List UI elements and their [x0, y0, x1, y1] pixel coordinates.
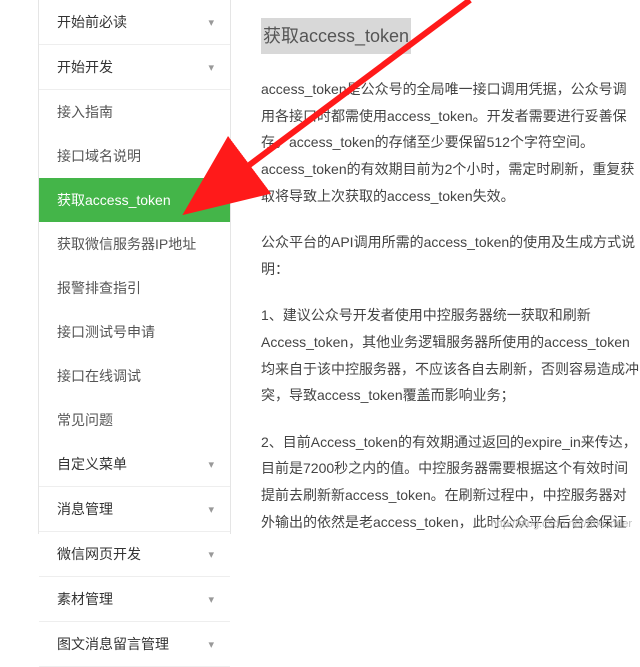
watermark: http://blog.csdn.net/hrkCoder — [491, 518, 632, 530]
sidebar-item-label: 报警排查指引 — [57, 278, 141, 298]
sidebar-item-label: 常见问题 — [57, 410, 113, 430]
sidebar-group-web-dev[interactable]: 微信网页开发 ▾ — [39, 532, 230, 577]
sidebar: 开始前必读 ▾ 开始开发 ▾ 接入指南 接口域名说明 获取access_toke… — [39, 0, 231, 534]
sidebar-item-access-guide[interactable]: 接入指南 — [39, 90, 230, 134]
content-panel: 获取access_token access_token是公众号的全局唯一接口调用… — [231, 0, 640, 534]
sidebar-item-label: 开始开发 — [57, 57, 113, 77]
chevron-down-icon: ▾ — [208, 458, 214, 471]
sidebar-item-alarm[interactable]: 报警排查指引 — [39, 266, 230, 310]
sidebar-item-label: 接入指南 — [57, 102, 113, 122]
intro-paragraph: access_token是公众号的全局唯一接口调用凭据，公众号调用各接口时都需使… — [261, 76, 640, 209]
chevron-down-icon: ▾ — [208, 503, 214, 516]
sidebar-item-label: 获取access_token — [57, 190, 171, 210]
usage-point-1: 1、建议公众号开发者使用中控服务器统一获取和刷新Access_token，其他业… — [261, 302, 640, 408]
sidebar-item-label: 接口域名说明 — [57, 146, 141, 166]
sidebar-item-label: 接口在线调试 — [57, 366, 141, 386]
sidebar-item-domain[interactable]: 接口域名说明 — [39, 134, 230, 178]
sidebar-item-faq[interactable]: 常见问题 — [39, 398, 230, 442]
chevron-down-icon: ▾ — [208, 61, 214, 74]
chevron-down-icon: ▾ — [208, 548, 214, 561]
chevron-down-icon: ▾ — [208, 593, 214, 606]
sidebar-group-start-dev[interactable]: 开始开发 ▾ — [39, 45, 230, 90]
sidebar-group-material[interactable]: 素材管理 ▾ — [39, 577, 230, 622]
sidebar-item-label: 素材管理 — [57, 589, 113, 609]
chevron-down-icon: ▾ — [208, 16, 214, 29]
chevron-down-icon: ▾ — [208, 638, 214, 651]
sidebar-item-label: 消息管理 — [57, 499, 113, 519]
sidebar-item-label: 开始前必读 — [57, 12, 127, 32]
sidebar-item-server-ip[interactable]: 获取微信服务器IP地址 — [39, 222, 230, 266]
usage-intro: 公众平台的API调用所需的access_token的使用及生成方式说明： — [261, 229, 640, 282]
sidebar-group-comments[interactable]: 图文消息留言管理 ▾ — [39, 622, 230, 667]
sidebar-item-label: 自定义菜单 — [57, 454, 127, 474]
sidebar-item-access-token[interactable]: 获取access_token — [39, 178, 230, 222]
sidebar-item-label: 接口测试号申请 — [57, 322, 155, 342]
sidebar-group-message[interactable]: 消息管理 ▾ — [39, 487, 230, 532]
sidebar-item-label: 获取微信服务器IP地址 — [57, 234, 196, 254]
page-title: 获取access_token — [261, 18, 411, 54]
sidebar-item-label: 图文消息留言管理 — [57, 634, 169, 654]
sidebar-group-custom-menu[interactable]: 自定义菜单 ▾ — [39, 442, 230, 487]
sidebar-item-test-account[interactable]: 接口测试号申请 — [39, 310, 230, 354]
sidebar-item-online-debug[interactable]: 接口在线调试 — [39, 354, 230, 398]
sidebar-item-label: 微信网页开发 — [57, 544, 141, 564]
sidebar-group-intro[interactable]: 开始前必读 ▾ — [39, 0, 230, 45]
